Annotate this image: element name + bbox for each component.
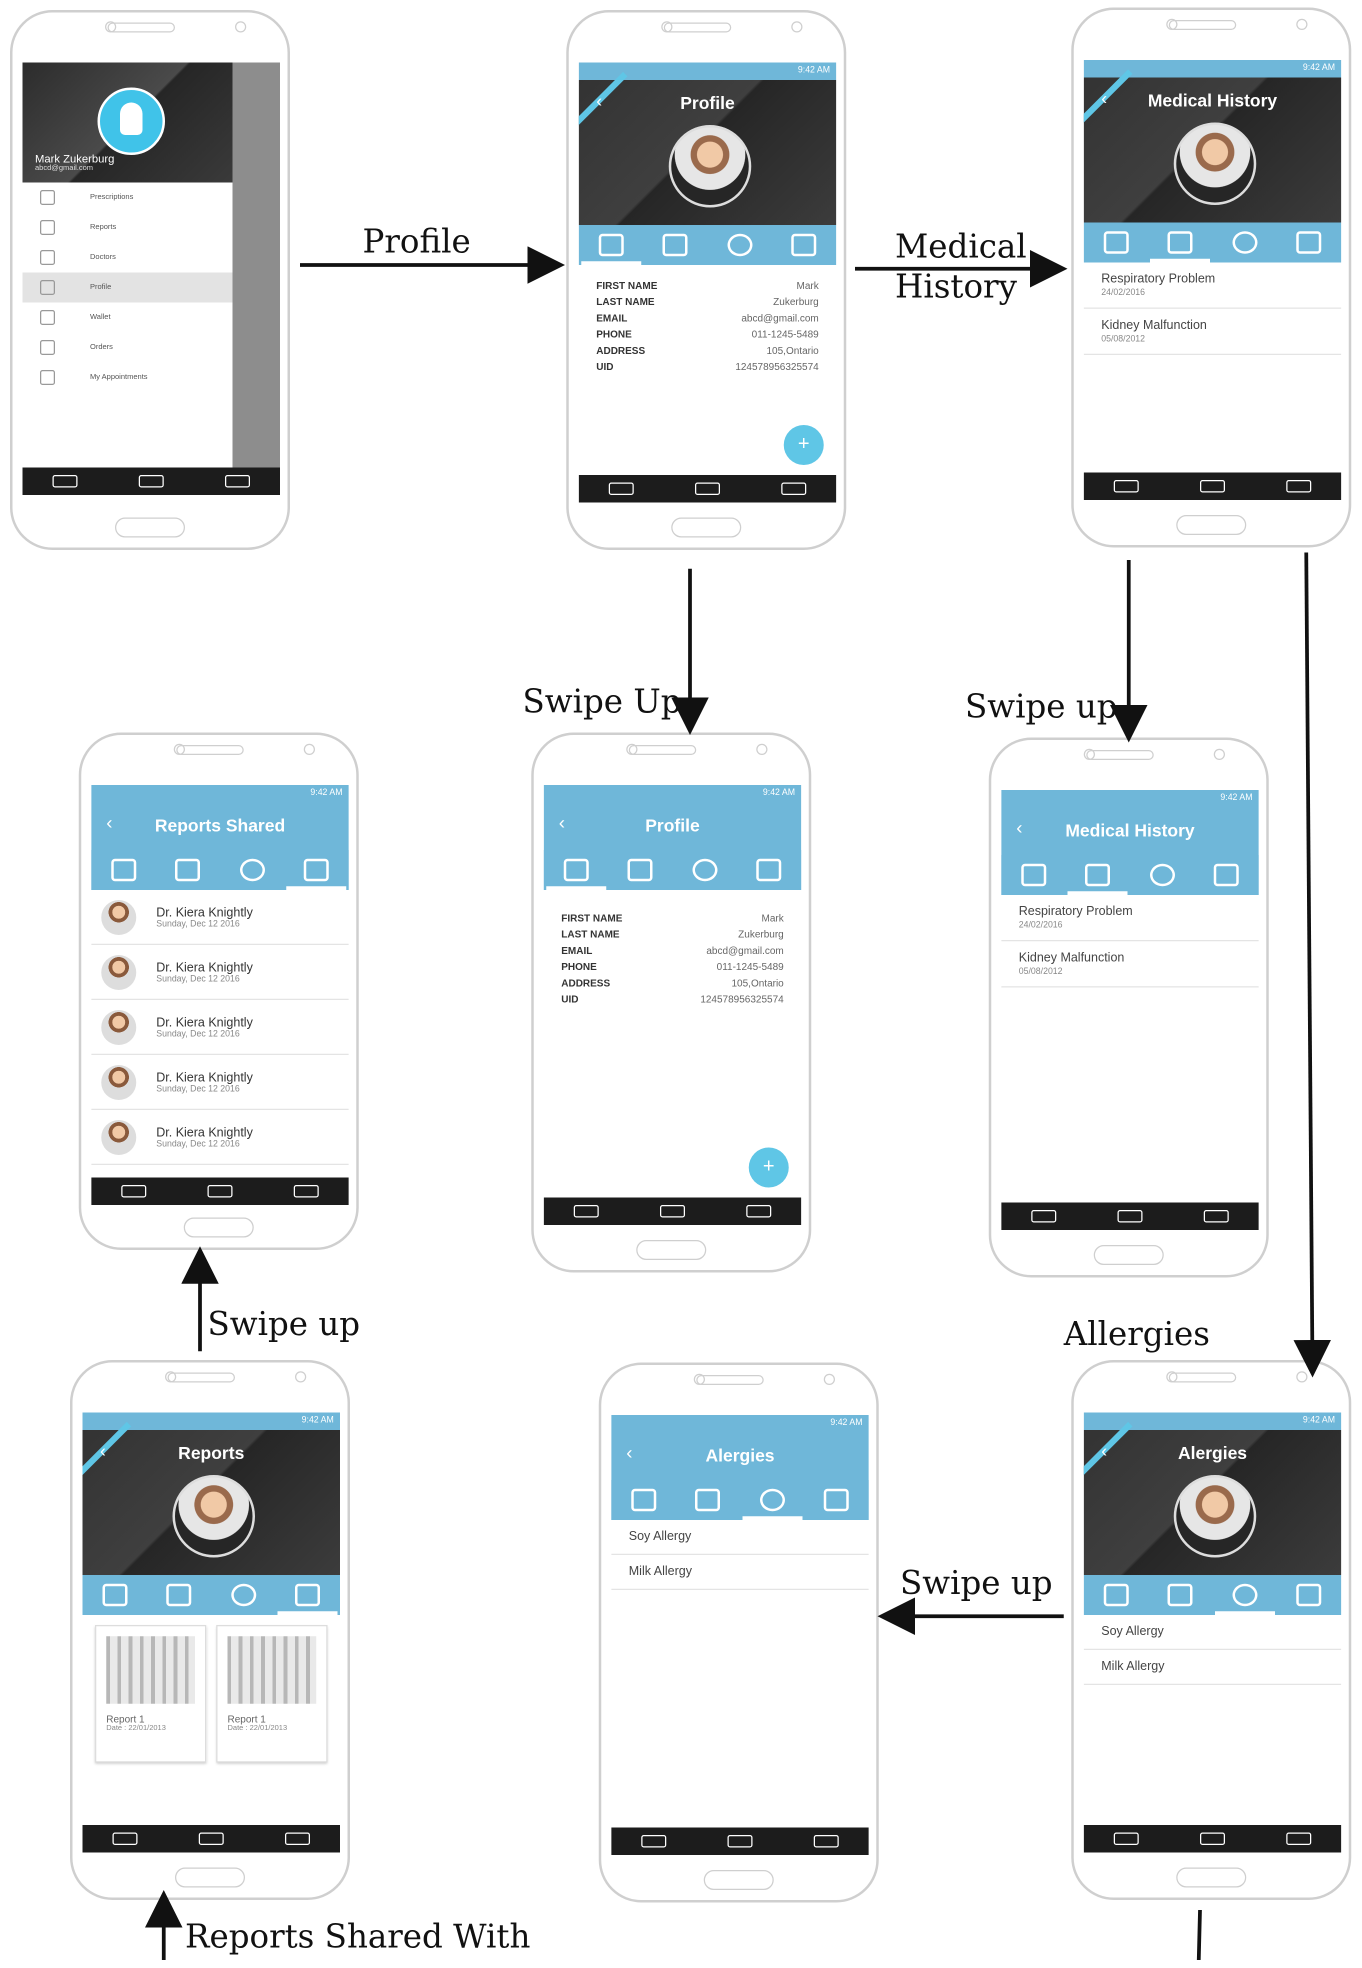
label-swipe-up-medical: Swipe up [965,688,1118,727]
label-reports-shared-with: Reports Shared With [185,1918,531,1957]
label-medical-1: Medical [895,228,1027,267]
label-medical-2: History [895,268,1017,307]
label-profile: Profile [362,223,471,262]
label-allergies: Allergies [1063,1316,1210,1354]
label-swipe-up-reports: Swipe up [207,1306,361,1344]
arrow-allergies [1293,552,1332,1378]
flow-arrows [145,246,1332,1960]
label-swipe-up-profile: Swipe Up [522,683,682,722]
label-swipe-up-allergies: Swipe up [900,1565,1053,1603]
